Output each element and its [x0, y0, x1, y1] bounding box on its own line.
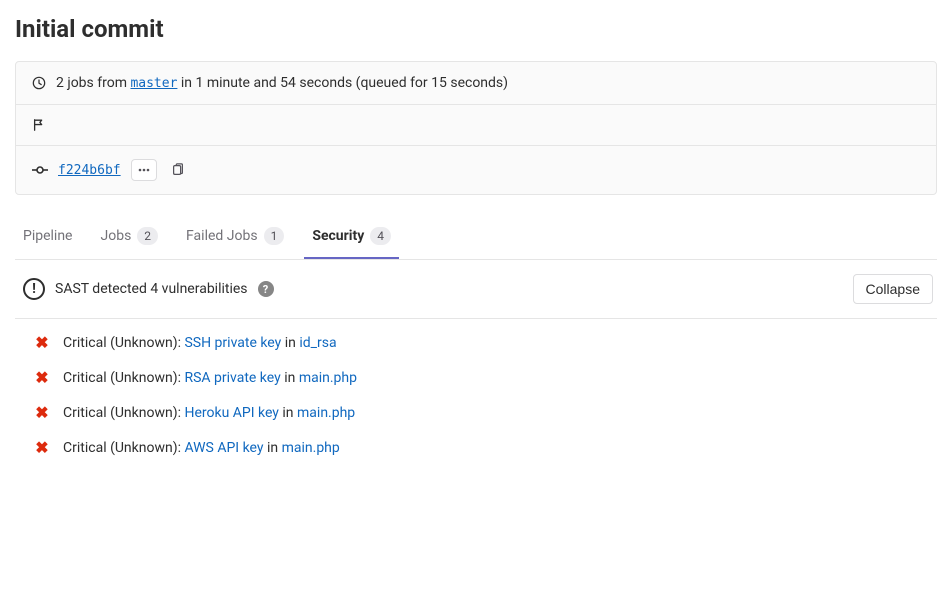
vulnerability-name-link[interactable]: AWS API key: [184, 440, 263, 456]
vulnerability-text: Critical (Unknown): Heroku API key in ma…: [63, 405, 355, 421]
tab-jobs[interactable]: Jobs 2: [93, 215, 167, 259]
vulnerability-severity: Critical (Unknown):: [63, 440, 184, 456]
tab-pipeline[interactable]: Pipeline: [15, 215, 81, 259]
branch-link[interactable]: master: [130, 76, 177, 91]
commit-sha-link[interactable]: f224b6bf: [58, 163, 121, 178]
copy-sha-button[interactable]: [167, 159, 189, 181]
vulnerability-name-link[interactable]: Heroku API key: [184, 405, 278, 421]
security-report-header: ! SAST detected 4 vulnerabilities ? Coll…: [15, 260, 937, 319]
vulnerability-list: ✖ Critical (Unknown): SSH private key in …: [15, 319, 937, 475]
vulnerability-severity: Critical (Unknown):: [63, 370, 184, 386]
vulnerability-item: ✖ Critical (Unknown): RSA private key in …: [35, 360, 933, 395]
help-icon[interactable]: ?: [258, 281, 274, 297]
sast-heading: SAST detected 4 vulnerabilities: [55, 281, 248, 297]
x-icon: ✖: [35, 403, 49, 422]
in-text: in: [281, 335, 299, 351]
tab-label: Failed Jobs: [186, 228, 258, 244]
collapse-button[interactable]: Collapse: [853, 274, 933, 304]
tab-count-badge: 4: [370, 227, 391, 245]
vulnerability-name-link[interactable]: SSH private key: [184, 335, 281, 351]
tab-label: Pipeline: [23, 228, 73, 244]
tab-failed-jobs[interactable]: Failed Jobs 1: [178, 215, 292, 259]
ellipsis-icon: [138, 168, 150, 172]
vulnerability-severity: Critical (Unknown):: [63, 405, 184, 421]
pipeline-timing-text: 2 jobs from master in 1 minute and 54 se…: [56, 75, 508, 91]
page-title: Initial commit: [15, 15, 937, 43]
in-text: in: [281, 370, 299, 386]
tabs-nav: Pipeline Jobs 2 Failed Jobs 1 Security 4: [15, 215, 937, 260]
pipeline-summary-box: 2 jobs from master in 1 minute and 54 se…: [15, 61, 937, 195]
vulnerability-severity: Critical (Unknown):: [63, 335, 184, 351]
x-icon: ✖: [35, 438, 49, 457]
flag-icon[interactable]: [32, 118, 46, 132]
vulnerability-file-link[interactable]: id_rsa: [299, 335, 336, 351]
more-actions-button[interactable]: [131, 159, 157, 181]
tab-count-badge: 1: [264, 227, 285, 245]
jobs-prefix: 2 jobs from: [56, 75, 130, 91]
vulnerability-name-link[interactable]: RSA private key: [184, 370, 280, 386]
commit-icon: [32, 162, 48, 178]
in-text: in: [264, 440, 282, 456]
vulnerability-item: ✖ Critical (Unknown): AWS API key in main…: [35, 430, 933, 465]
vulnerability-file-link[interactable]: main.php: [282, 440, 340, 456]
copy-icon: [171, 163, 185, 177]
jobs-suffix: in 1 minute and 54 seconds (queued for 1…: [177, 75, 508, 91]
pipeline-flag-row: [16, 105, 936, 146]
vulnerability-file-link[interactable]: main.php: [299, 370, 357, 386]
x-icon: ✖: [35, 368, 49, 387]
tab-label: Security: [312, 228, 364, 244]
tab-label: Jobs: [101, 228, 132, 244]
vulnerability-text: Critical (Unknown): RSA private key in m…: [63, 370, 357, 386]
x-icon: ✖: [35, 333, 49, 352]
tab-count-badge: 2: [137, 227, 158, 245]
warning-icon: !: [23, 278, 45, 300]
tab-security[interactable]: Security 4: [304, 215, 399, 259]
clock-icon: [32, 76, 46, 90]
vulnerability-item: ✖ Critical (Unknown): SSH private key in …: [35, 325, 933, 360]
pipeline-commit-row: f224b6bf: [16, 146, 936, 194]
in-text: in: [279, 405, 297, 421]
vulnerability-text: Critical (Unknown): AWS API key in main.…: [63, 440, 340, 456]
vulnerability-text: Critical (Unknown): SSH private key in i…: [63, 335, 337, 351]
pipeline-timing-row: 2 jobs from master in 1 minute and 54 se…: [16, 62, 936, 105]
vulnerability-file-link[interactable]: main.php: [297, 405, 355, 421]
vulnerability-item: ✖ Critical (Unknown): Heroku API key in m…: [35, 395, 933, 430]
